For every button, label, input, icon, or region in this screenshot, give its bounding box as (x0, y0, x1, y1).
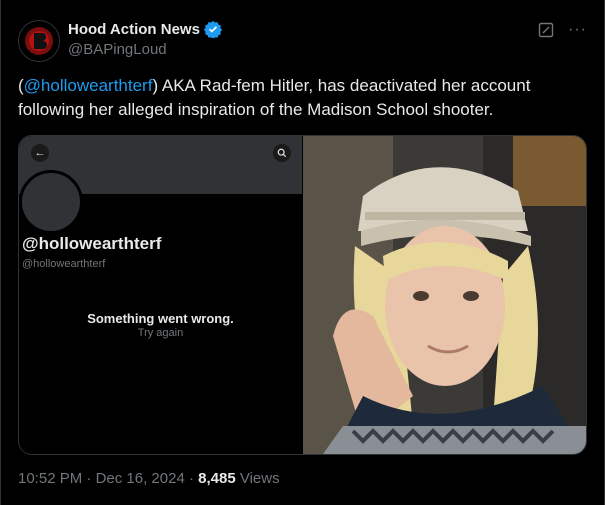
avatar[interactable] (18, 20, 60, 62)
search-icon (273, 144, 291, 162)
verified-badge-icon (203, 20, 223, 39)
left-border (0, 0, 1, 505)
author-handle[interactable]: @BAPingLoud (68, 41, 222, 58)
media-photo[interactable] (303, 136, 586, 454)
try-again-link: Try again (137, 327, 184, 339)
views-label: Views (235, 470, 280, 487)
profile-avatar-placeholder (19, 170, 83, 234)
mention-link[interactable]: @hollowearthterf (24, 76, 153, 95)
header-actions: ··· (538, 22, 587, 38)
meta-separator-2: · (184, 470, 199, 487)
error-message: Something went wrong. (87, 311, 234, 326)
tweet-date[interactable]: Dec 16, 2024 (96, 470, 185, 487)
profile-handle: @hollowearthterf (22, 258, 106, 270)
tweet-text: (@hollowearthterf) AKA Rad-fem Hitler, h… (18, 74, 578, 122)
views-count: 8,485 (198, 470, 236, 487)
author-display-name[interactable]: Hood Action News (68, 21, 200, 38)
profile-name: @hollowearthterf (22, 234, 162, 253)
meta-separator: · (82, 470, 96, 487)
tweet-header: Hood Action News @BAPingLoud ··· (18, 16, 587, 66)
more-options-icon[interactable]: ··· (568, 22, 587, 38)
grok-icon[interactable] (538, 22, 554, 38)
media-screenshot[interactable]: ← @hollowearthterf @hollowearthterf Some… (19, 136, 302, 454)
back-arrow-icon: ← (31, 144, 49, 162)
author-block: Hood Action News @BAPingLoud (68, 20, 223, 58)
tweet-time[interactable]: 10:52 PM (18, 470, 82, 487)
tweet-meta: 10:52 PM · Dec 16, 2024 · 8,485 Views (18, 470, 280, 487)
media-container[interactable]: ← @hollowearthterf @hollowearthterf Some… (18, 135, 587, 455)
